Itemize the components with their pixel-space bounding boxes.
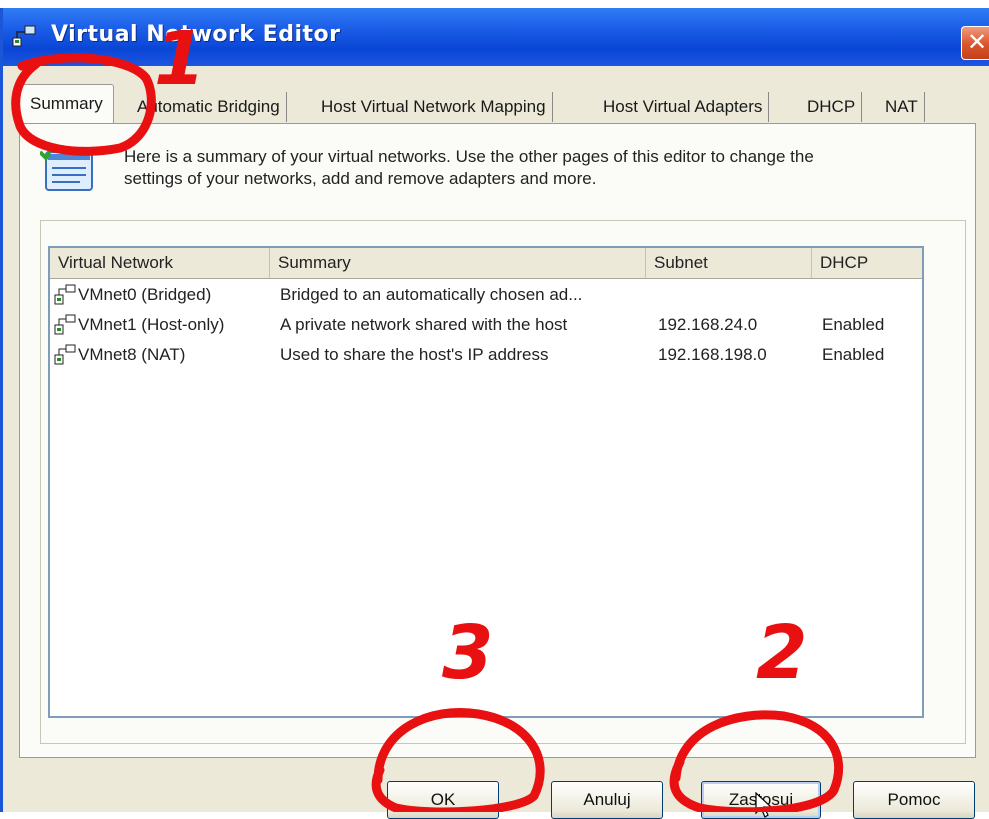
- summary-panel: Here is a summary of your virtual networ…: [19, 123, 976, 758]
- network-name: VMnet8 (NAT): [78, 345, 186, 364]
- column-header-summary[interactable]: Summary: [270, 248, 646, 278]
- network-summary: A private network shared with the host: [280, 315, 568, 334]
- network-summary: Bridged to an automatically chosen ad...: [280, 285, 583, 304]
- column-header-subnet[interactable]: Subnet: [646, 248, 812, 278]
- annotation-step-1: 1: [154, 16, 206, 102]
- list-summary-icon: [40, 144, 93, 191]
- table-row[interactable]: VMnet8 (NAT) Used to share the host's IP…: [50, 340, 922, 370]
- network-adapter-icon: [54, 314, 76, 335]
- network-dhcp: Enabled: [822, 345, 885, 364]
- network-name: VMnet1 (Host-only): [78, 315, 225, 334]
- mouse-pointer-icon: [755, 792, 773, 818]
- network-subnet: 192.168.24.0: [658, 315, 758, 334]
- network-dhcp: Enabled: [822, 315, 885, 334]
- tab-host-virtual-network-mapping[interactable]: Host Virtual Network Mapping: [315, 92, 553, 122]
- network-subnet: 192.168.198.0: [658, 345, 767, 364]
- summary-description-line2: settings of your networks, add and remov…: [124, 169, 597, 188]
- cancel-button[interactable]: Anuluj: [551, 781, 663, 819]
- network-adapter-icon: [54, 284, 76, 305]
- tab-nat[interactable]: NAT: [879, 92, 925, 122]
- table-row[interactable]: VMnet0 (Bridged) Bridged to an automatic…: [50, 280, 922, 310]
- network-adapter-icon: [54, 344, 76, 365]
- network-summary: Used to share the host's IP address: [280, 345, 549, 364]
- tab-dhcp[interactable]: DHCP: [801, 92, 863, 122]
- summary-description-line1: Here is a summary of your virtual networ…: [124, 147, 814, 166]
- tab-host-virtual-adapters[interactable]: Host Virtual Adapters: [597, 92, 770, 122]
- list-header: Virtual Network Summary Subnet DHCP: [50, 248, 922, 279]
- close-button[interactable]: ✕: [961, 26, 989, 60]
- annotation-step-3: 3: [442, 610, 494, 696]
- help-button[interactable]: Pomoc: [853, 781, 975, 819]
- network-name: VMnet0 (Bridged): [78, 285, 212, 304]
- summary-description: Here is a summary of your virtual networ…: [124, 146, 944, 190]
- tab-summary[interactable]: Summary: [19, 84, 114, 123]
- column-header-dhcp[interactable]: DHCP: [812, 248, 922, 278]
- virtual-network-editor-window: Virtual Network Editor ✕ Summary Automat…: [0, 8, 989, 819]
- annotation-step-2: 2: [756, 610, 808, 696]
- column-header-virtual-network[interactable]: Virtual Network: [50, 248, 270, 278]
- close-icon: ✕: [966, 28, 988, 56]
- title-bar[interactable]: Virtual Network Editor ✕: [3, 8, 989, 66]
- table-row[interactable]: VMnet1 (Host-only) A private network sha…: [50, 310, 922, 340]
- ok-button[interactable]: OK: [387, 781, 499, 819]
- network-icon: [12, 25, 36, 47]
